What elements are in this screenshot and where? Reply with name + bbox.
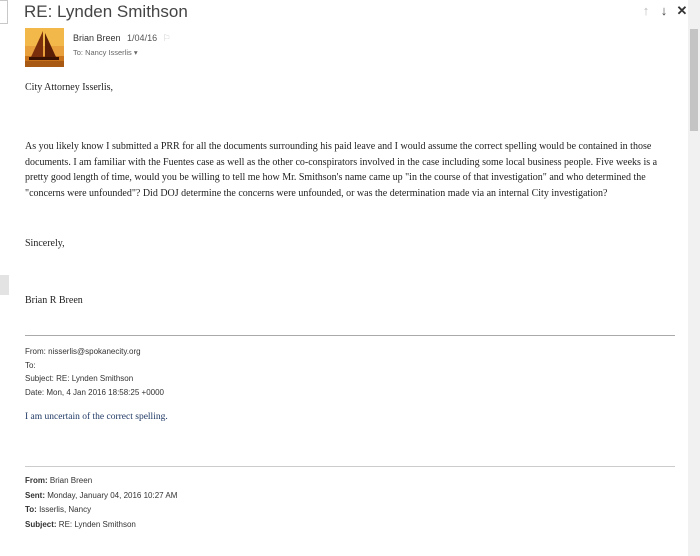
left-pane-edge: [0, 0, 8, 24]
sender-avatar: [25, 28, 64, 67]
quoted-date: Date: Mon, 4 Jan 2016 18:58:25 +0000: [25, 387, 164, 397]
sailboat-icon: [25, 28, 64, 67]
email-subject-title: RE: Lynden Smithson: [24, 2, 188, 21]
left-pane-scroll-handle[interactable]: [0, 275, 9, 295]
next-arrow-icon[interactable]: ↓: [658, 4, 670, 18]
divider: [25, 335, 675, 336]
recipient-line: To: Nancy Isserlis ▾: [73, 48, 138, 57]
sender-name[interactable]: Brian Breen: [73, 33, 121, 43]
message-body: As you likely know I submitted a PRR for…: [25, 141, 658, 199]
quoted-subject: Subject: RE: Lynden Smithson: [25, 374, 134, 383]
scrollbar-thumb[interactable]: [690, 29, 698, 131]
quoted-subject: Subject: RE: Lynden Smithson: [25, 519, 136, 529]
quoted-sent: Sent: Monday, January 04, 2016 10:27 AM: [25, 490, 178, 500]
sender-line: Brian Breen 1/04/16 ⚐: [73, 33, 171, 44]
scrollbar[interactable]: [688, 0, 700, 556]
left-gutter: [0, 0, 10, 556]
quoted-from: From: Brian Breen: [25, 476, 93, 485]
divider: [25, 466, 675, 467]
close-icon[interactable]: ✕: [676, 4, 688, 18]
previous-arrow-icon[interactable]: ↑: [640, 4, 652, 18]
quoted-to: To: Isserlis, Nancy: [25, 505, 92, 514]
signature: Brian R Breen: [25, 295, 83, 306]
expand-recipients-icon[interactable]: ▾: [134, 48, 138, 57]
quoted-header-2: From: Brian Breen Sent: Monday, January …: [25, 474, 177, 532]
recipient-label: To: Nancy Isserlis: [73, 48, 132, 57]
greeting: City Attorney Isserlis,: [25, 82, 114, 93]
quoted-from: From: nisserlis@spokanecity.org: [25, 347, 141, 356]
sent-date: 1/04/16: [127, 33, 158, 43]
quoted-body-1: I am uncertain of the correct spelling.: [25, 412, 168, 422]
flag-icon[interactable]: ⚐: [163, 33, 171, 43]
quoted-to: To:: [25, 360, 36, 370]
closing: Sincerely,: [25, 238, 65, 249]
quoted-header-1: From: nisserlis@spokanecity.org To: Subj…: [25, 345, 164, 399]
header-actions: ↑ ↓ ✕: [640, 4, 688, 18]
